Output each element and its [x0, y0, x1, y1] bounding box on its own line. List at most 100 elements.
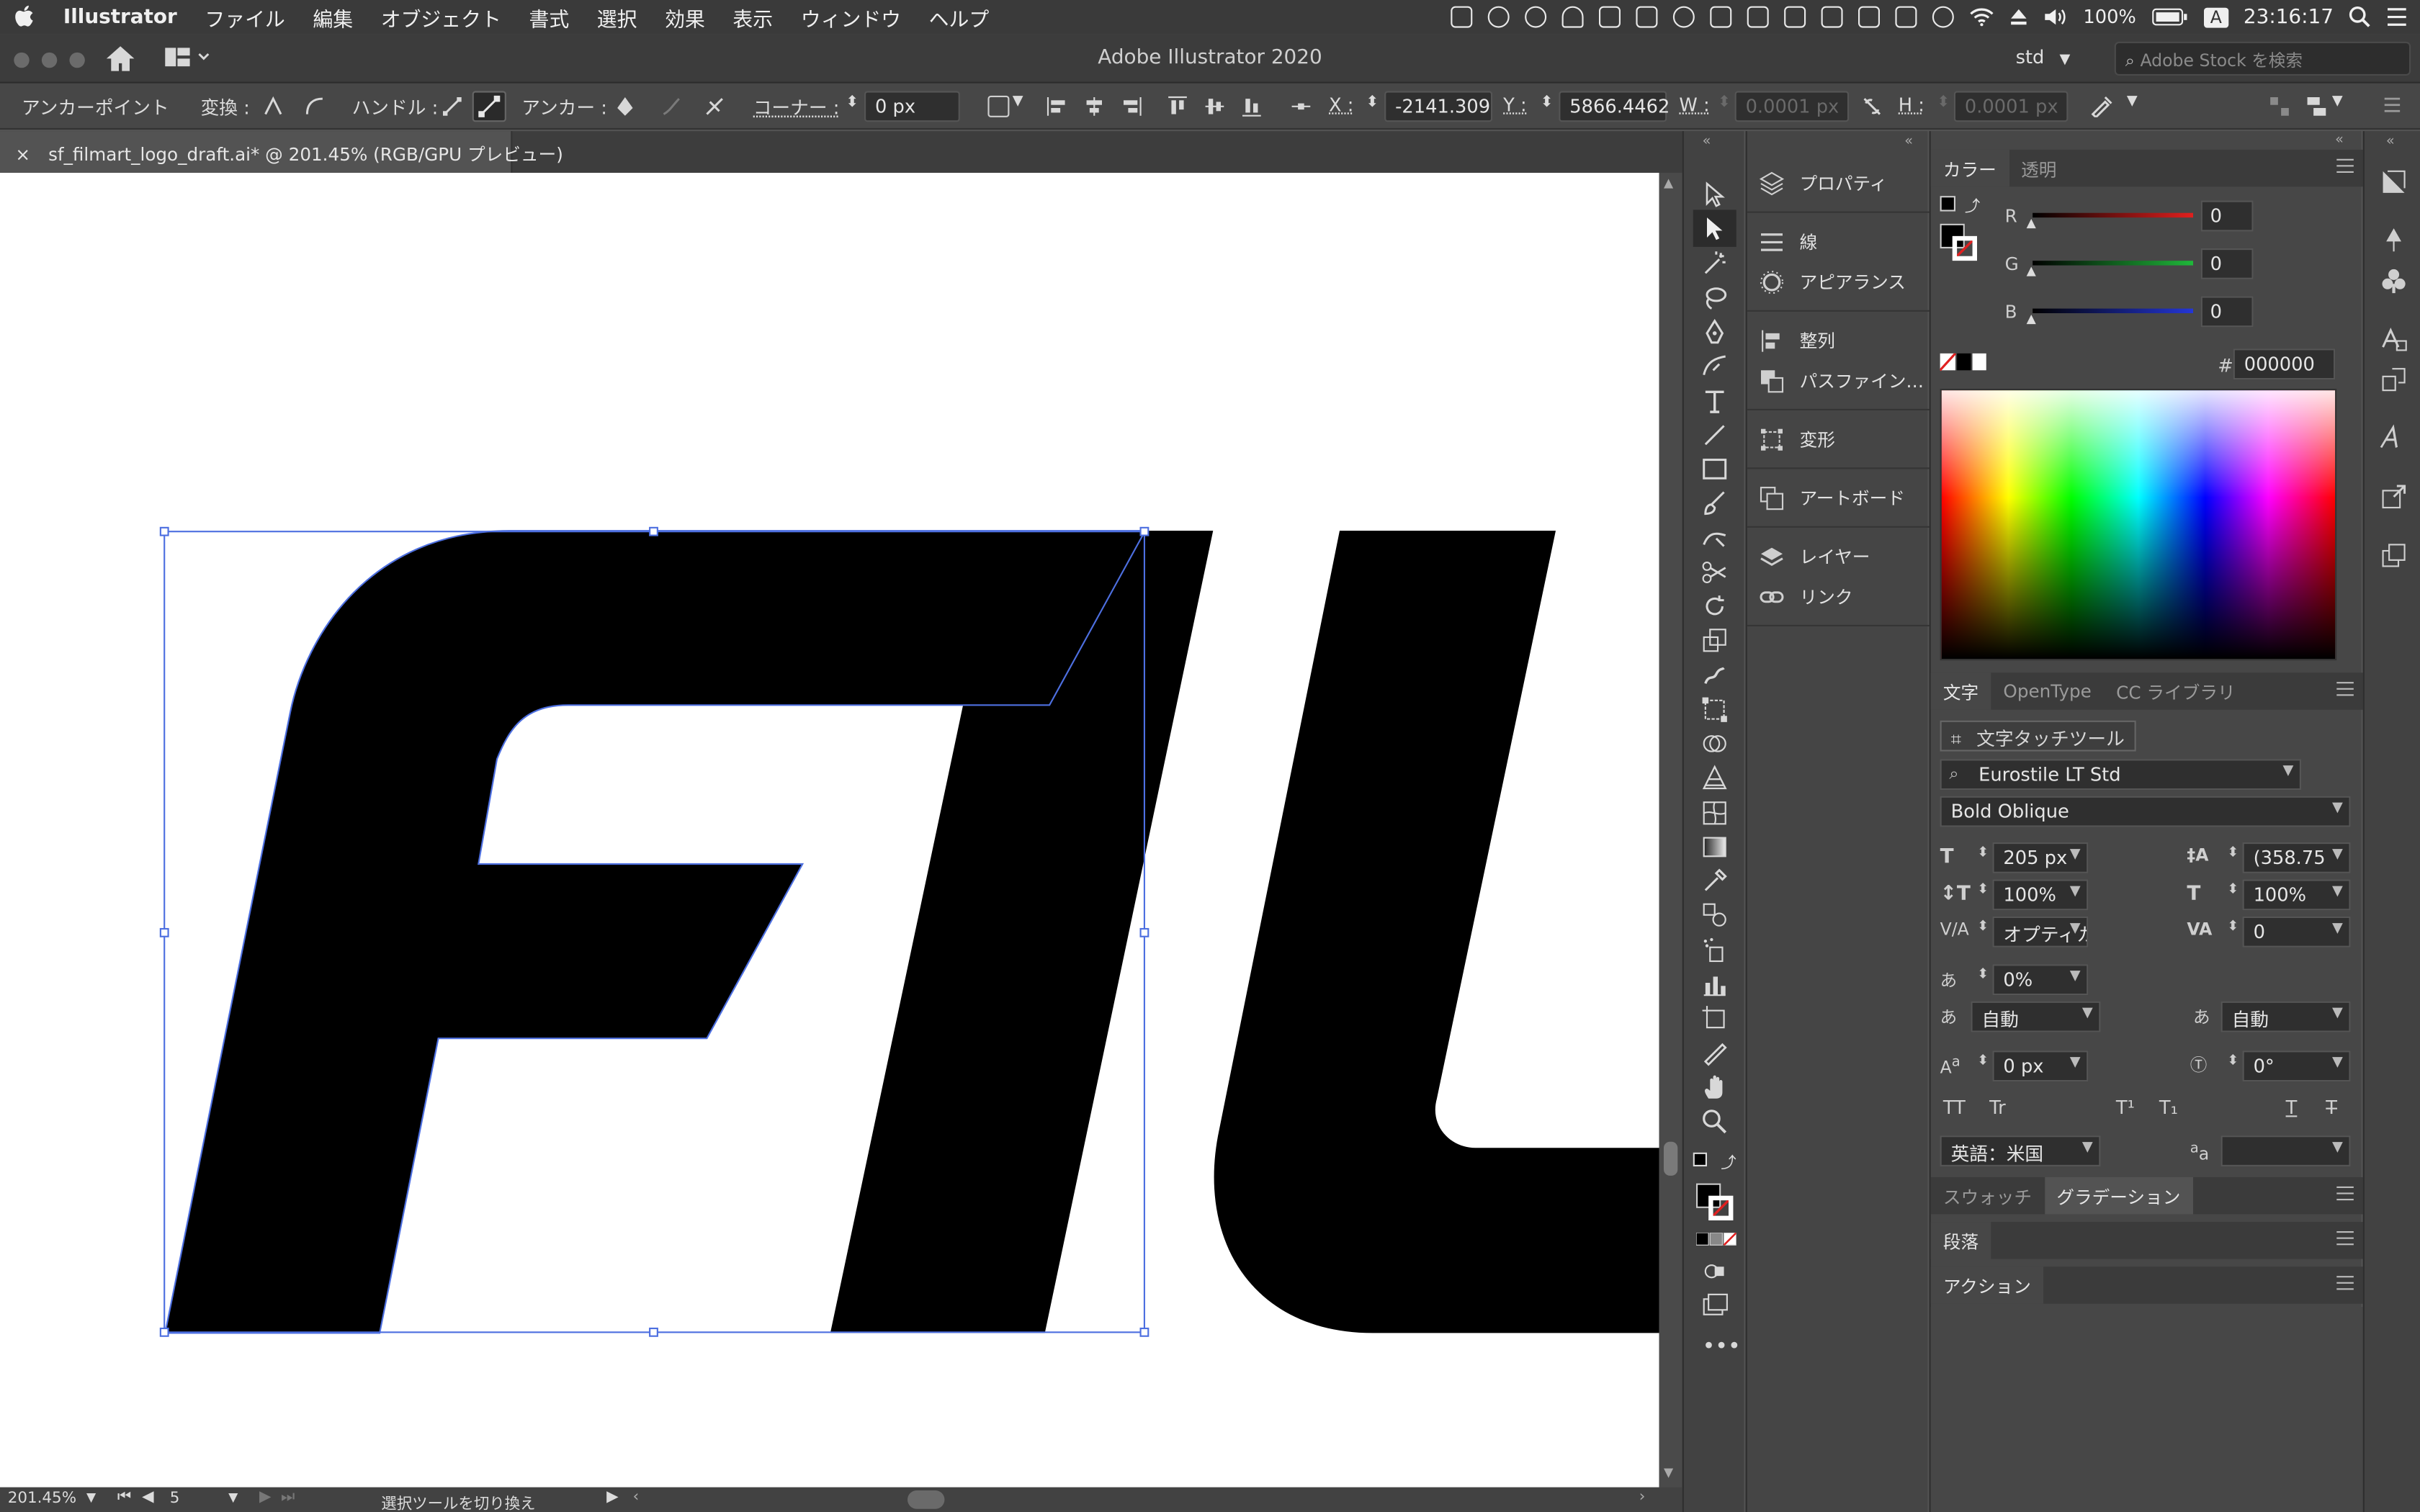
baseline-shift-input[interactable]: 0 px ▼ — [1992, 1050, 2089, 1082]
cloud-icon[interactable] — [1524, 6, 1546, 28]
menu-window[interactable]: ウィンドウ — [786, 2, 915, 32]
paragraph-styles-icon[interactable] — [2380, 366, 2408, 394]
all-caps-button[interactable]: TT — [1943, 1097, 1966, 1119]
artboard-tool-icon[interactable] — [1700, 1004, 1729, 1032]
type-tool-icon[interactable] — [1700, 387, 1729, 415]
previous-artboard-icon[interactable]: ◀ — [142, 1489, 154, 1506]
strikethrough-button[interactable]: T — [2326, 1097, 2337, 1119]
chevron-down-icon[interactable]: ▼ — [2070, 884, 2081, 899]
small-caps-button[interactable]: Tr — [1989, 1097, 2006, 1119]
horizontal-scale-input[interactable]: 100% ▼ — [2242, 879, 2351, 911]
tab-opentype[interactable]: OpenType — [1991, 672, 2104, 709]
shortcut-app-icon[interactable] — [1635, 6, 1657, 28]
screen-mode-icon[interactable] — [1700, 1292, 1729, 1320]
collapse-dock-icon[interactable]: « — [2335, 132, 2344, 148]
hand-tool-icon[interactable] — [1700, 1074, 1729, 1102]
font-style-select[interactable]: Bold Oblique ▼ — [1940, 796, 2351, 827]
vertical-scale-input[interactable]: 100% ▼ — [1992, 879, 2089, 911]
hide-handles-icon[interactable] — [472, 91, 506, 122]
menu-app-name[interactable]: Illustrator — [50, 6, 192, 29]
workspace-switcher[interactable]: std ▼ — [2007, 40, 2099, 77]
stepper-icon[interactable]: ⬍ — [1977, 968, 1989, 983]
tab-color[interactable]: カラー — [1930, 149, 2009, 187]
stepper-icon[interactable]: ⬍ — [1977, 1054, 1989, 1069]
cut-path-icon[interactable] — [704, 96, 725, 117]
menu-file[interactable]: ファイル — [191, 2, 299, 32]
stepper-icon[interactable]: ⬍ — [2227, 883, 2238, 898]
status-menu-arrow-icon[interactable]: ▶ — [606, 1489, 619, 1506]
m-app-icon[interactable] — [1709, 6, 1731, 28]
arrange-icon[interactable] — [2305, 96, 2327, 117]
blue-slider[interactable] — [2033, 308, 2193, 313]
r-app-icon[interactable] — [1747, 6, 1769, 28]
control-panel-menu-icon[interactable] — [2383, 96, 2405, 117]
blend-tool-icon[interactable] — [1700, 901, 1729, 929]
corner-stepper-icon[interactable]: ⬍ — [846, 94, 859, 112]
green-slider[interactable] — [2033, 261, 2193, 266]
horizontal-scroll-thumb[interactable] — [908, 1490, 945, 1509]
curvature-tool-icon[interactable] — [1700, 352, 1729, 380]
symbols-icon[interactable] — [2380, 267, 2408, 295]
close-tab-icon[interactable]: × — [15, 143, 30, 165]
stepper-icon[interactable]: ⬍ — [1977, 919, 1989, 935]
subscript-button[interactable]: T₁ — [2159, 1097, 2178, 1119]
recolor-artwork-icon[interactable] — [2089, 96, 2112, 117]
tab-character[interactable]: 文字 — [1930, 672, 1991, 710]
creative-cloud-icon[interactable] — [1487, 6, 1510, 28]
kerning-select[interactable]: オプティカル ▼ — [1992, 916, 2089, 948]
volume-icon[interactable] — [2043, 8, 2068, 27]
expand-dock-icon[interactable]: « — [2386, 134, 2395, 149]
selection-tool-icon[interactable] — [1700, 181, 1729, 209]
next-artboard-icon[interactable]: ▶ — [259, 1489, 272, 1506]
line-tool-icon[interactable] — [1700, 421, 1729, 449]
chevron-down-icon[interactable]: ▼ — [2332, 847, 2343, 862]
chevron-down-icon[interactable]: ▼ — [228, 1490, 238, 1504]
aki-left-select[interactable]: 自動 ▼ — [1971, 1001, 2101, 1032]
chevron-down-icon[interactable]: ▼ — [2332, 884, 2343, 899]
edge-icon[interactable] — [1672, 6, 1695, 28]
stepper-icon[interactable]: ⬍ — [2227, 845, 2238, 860]
convert-to-smooth-icon[interactable] — [304, 96, 326, 117]
magic-wand-tool-icon[interactable] — [1700, 250, 1729, 278]
stripes-app-icon[interactable] — [1894, 6, 1917, 28]
battery-icon[interactable] — [2151, 8, 2188, 27]
superscript-button[interactable]: T¹ — [2116, 1097, 2135, 1119]
color-stroke-swatch[interactable] — [1952, 235, 1977, 261]
panel-button-properties[interactable]: プロパティ — [1759, 171, 1887, 196]
red-slider-thumb[interactable]: ▲ — [2027, 216, 2036, 230]
menu-edit[interactable]: 編集 — [299, 2, 367, 32]
warp-tool-icon[interactable] — [1700, 662, 1729, 690]
symbol-sprayer-tool-icon[interactable] — [1700, 937, 1729, 965]
chevron-down-icon[interactable]: ▼ — [2332, 1056, 2343, 1071]
scroll-left-icon[interactable]: ‹ — [633, 1489, 640, 1506]
zoom-level[interactable]: 201.45% — [8, 1490, 76, 1508]
mesh-tool-icon[interactable] — [1700, 799, 1729, 827]
vertical-scroll-thumb[interactable] — [1664, 1141, 1678, 1176]
notification-center-icon[interactable] — [2386, 8, 2408, 27]
letter-l-shape[interactable] — [1214, 531, 1659, 1333]
font-family-input[interactable]: ⌕ Eurostile LT Std ▼ — [1940, 759, 2301, 791]
p-app-icon[interactable] — [1598, 6, 1621, 28]
stroke-swatch[interactable] — [1708, 1195, 1734, 1220]
panel-menu-icon[interactable] — [2336, 1276, 2354, 1290]
red-value-input[interactable]: 0 — [2200, 200, 2254, 232]
quick-color-swatches[interactable] — [1940, 353, 1986, 372]
menu-effect[interactable]: 効果 — [651, 2, 719, 32]
align-top-icon[interactable] — [1167, 96, 1188, 117]
export-icon[interactable] — [2380, 483, 2408, 511]
tracking-input[interactable]: 0 ▼ — [2242, 916, 2351, 948]
chevron-down-icon[interactable]: ▼ — [2332, 94, 2343, 109]
chevron-down-icon[interactable]: ▼ — [2070, 969, 2081, 984]
shape-builder-tool-icon[interactable] — [1700, 730, 1729, 758]
hex-value-input[interactable]: 000000 — [2233, 348, 2336, 380]
panel-button-transform[interactable]: 変形 — [1760, 428, 1835, 452]
tsume-input[interactable]: 0% ▼ — [1992, 964, 2089, 996]
chevron-down-icon[interactable]: ▼ — [2069, 921, 2081, 937]
lasso-tool-icon[interactable] — [1700, 284, 1729, 312]
chevron-down-icon[interactable]: ▼ — [2082, 1140, 2093, 1156]
reference-point-icon[interactable] — [1290, 96, 1312, 117]
tab-swatches[interactable]: スウォッチ — [1931, 1177, 2045, 1214]
paintbrush-tool-icon[interactable] — [1700, 489, 1729, 517]
constrain-proportions-icon[interactable] — [1861, 96, 1883, 117]
corner-radius-input[interactable]: 0 px — [864, 91, 960, 122]
